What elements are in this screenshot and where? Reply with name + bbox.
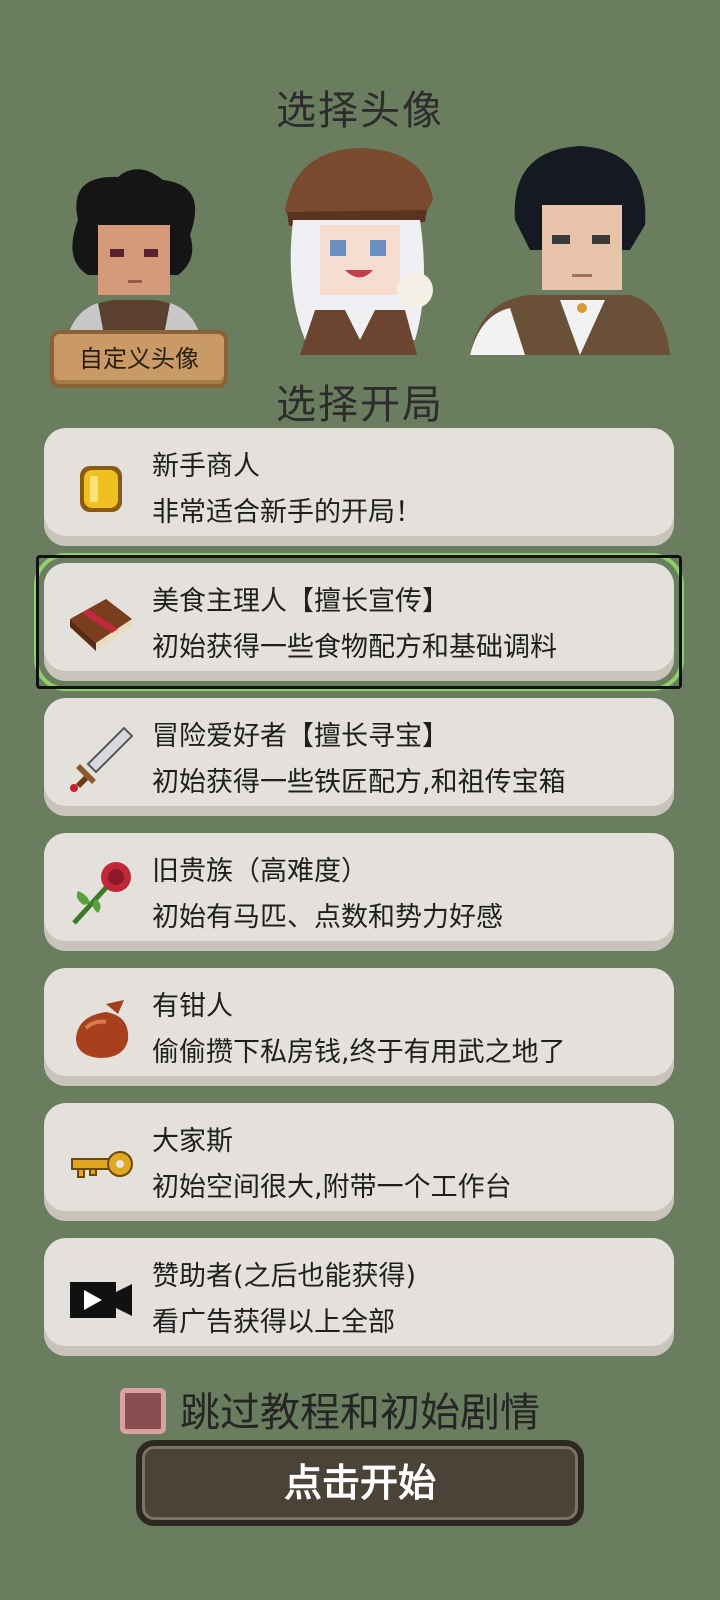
option-title: 旧贵族（高难度） xyxy=(152,856,368,887)
option-desc: 非常适合新手的开局！ xyxy=(152,497,422,528)
option-desc: 初始有马匹、点数和势力好感 xyxy=(152,902,503,933)
option-old-noble[interactable]: 旧贵族（高难度） 初始有马匹、点数和势力好感 xyxy=(44,833,674,951)
title-choose-avatar: 选择头像 xyxy=(276,88,444,134)
skip-tutorial-checkbox[interactable] xyxy=(120,1388,166,1434)
option-title: 大家斯 xyxy=(152,1126,233,1157)
option-wealthy[interactable]: 有钳人 偷偷攒下私房钱,终于有用武之地了 xyxy=(44,968,674,1086)
option-adventurer[interactable]: 冒险爱好者【擅长寻宝】 初始获得一些铁匠配方,和祖传宝箱 xyxy=(44,698,674,816)
option-desc: 偷偷攒下私房钱,终于有用武之地了 xyxy=(152,1037,566,1068)
avatar-custom[interactable] xyxy=(58,165,208,335)
option-title: 有钳人 xyxy=(152,991,233,1022)
option-title: 新手商人 xyxy=(152,451,260,482)
key-icon xyxy=(71,1151,133,1178)
option-title: 美食主理人【擅长宣传】 xyxy=(152,586,449,617)
option-desc: 看广告获得以上全部 xyxy=(152,1307,395,1338)
sword-icon xyxy=(70,726,134,792)
gold-coin-icon xyxy=(80,466,122,512)
option-title: 赞助者(之后也能获得) xyxy=(152,1261,417,1292)
option-title: 冒险爱好者【擅长寻宝】 xyxy=(152,721,449,752)
start-options-list: 新手商人 非常适合新手的开局！ 美食主理人【擅长宣传】 初始获得一些食物配方和基… xyxy=(34,428,684,1373)
start-button[interactable]: 点击开始 xyxy=(136,1440,584,1526)
option-food-manager[interactable]: 美食主理人【擅长宣传】 初始获得一些食物配方和基础调料 xyxy=(34,553,684,691)
video-ad-icon xyxy=(70,1282,132,1318)
money-bag-icon xyxy=(76,1000,129,1058)
avatar-girl[interactable] xyxy=(275,140,440,355)
option-sponsor[interactable]: 赞助者(之后也能获得) 看广告获得以上全部 xyxy=(44,1238,674,1356)
option-desc: 初始获得一些铁匠配方,和祖传宝箱 xyxy=(152,767,566,798)
avatar-boy[interactable] xyxy=(470,140,670,355)
recipe-book-icon xyxy=(70,599,132,651)
rose-icon xyxy=(72,862,131,925)
skip-tutorial-label[interactable]: 跳过教程和初始剧情 xyxy=(180,1380,540,1438)
option-novice-merchant[interactable]: 新手商人 非常适合新手的开局！ xyxy=(44,428,674,546)
option-desc: 初始空间很大,附带一个工作台 xyxy=(152,1172,512,1203)
option-desc: 初始获得一些食物配方和基础调料 xyxy=(152,632,557,663)
title-choose-start: 选择开局 xyxy=(276,382,444,428)
option-big-home[interactable]: 大家斯 初始空间很大,附带一个工作台 xyxy=(44,1103,674,1221)
